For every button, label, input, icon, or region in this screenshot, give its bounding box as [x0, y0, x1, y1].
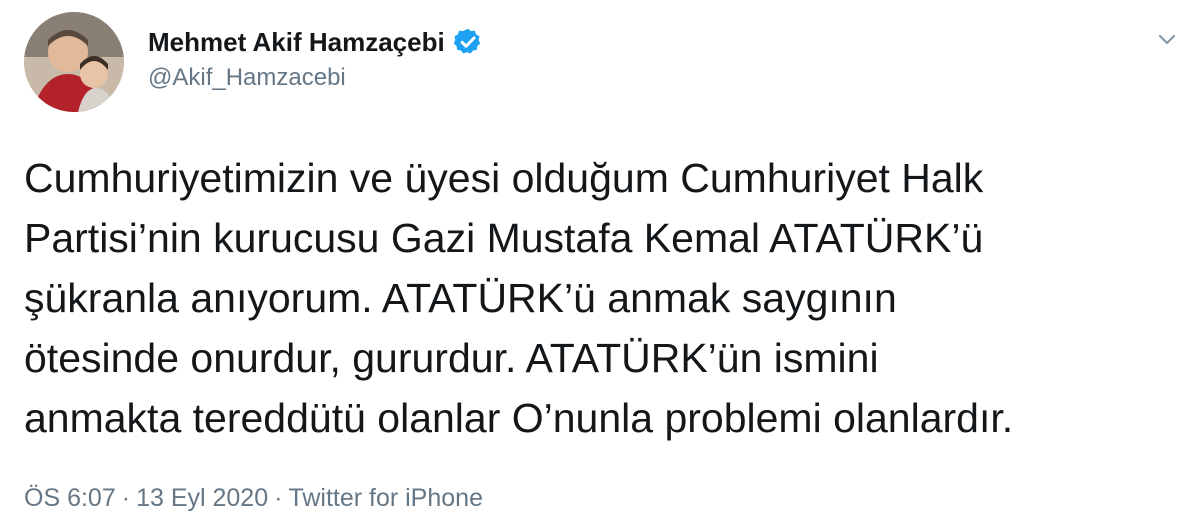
meta-separator: ·: [121, 484, 131, 512]
tweet-source[interactable]: Twitter for iPhone: [288, 484, 483, 512]
chevron-down-icon[interactable]: [1154, 26, 1180, 52]
verified-badge-icon: [453, 27, 483, 57]
tweet-date[interactable]: 13 Eyl 2020: [136, 484, 268, 512]
tweet-meta: ÖS 6:07 · 13 Eyl 2020 · Twitter for iPhone: [24, 484, 483, 513]
user-handle[interactable]: @Akif_Hamzacebi: [148, 64, 346, 92]
tweet-card: Mehmet Akif Hamzaçebi @Akif_Hamzacebi Cu…: [0, 0, 1200, 531]
display-name[interactable]: Mehmet Akif Hamzaçebi: [148, 27, 445, 58]
tweet-text-line: anmakta tereddütü olanlar O’nunla proble…: [24, 395, 1014, 441]
tweet-text-line: şükranla anıyorum. ATATÜRK’ü anmak saygı…: [24, 275, 897, 321]
tweet-text-line: Partisi’nin kurucusu Gazi Mustafa Kemal …: [24, 215, 984, 261]
avatar[interactable]: [24, 12, 124, 112]
tweet-text-line: Cumhuriyetimizin ve üyesi olduğum Cumhur…: [24, 155, 984, 201]
avatar-image: [24, 12, 124, 112]
meta-separator: ·: [274, 484, 283, 512]
author-name-row: Mehmet Akif Hamzaçebi: [148, 24, 483, 60]
tweet-text-line: ötesinde onurdur, gururdur. ATATÜRK’ün i…: [24, 335, 879, 381]
tweet-time[interactable]: ÖS 6:07: [24, 484, 116, 512]
tweet-text: Cumhuriyetimizin ve üyesi olduğum Cumhur…: [24, 148, 1184, 448]
